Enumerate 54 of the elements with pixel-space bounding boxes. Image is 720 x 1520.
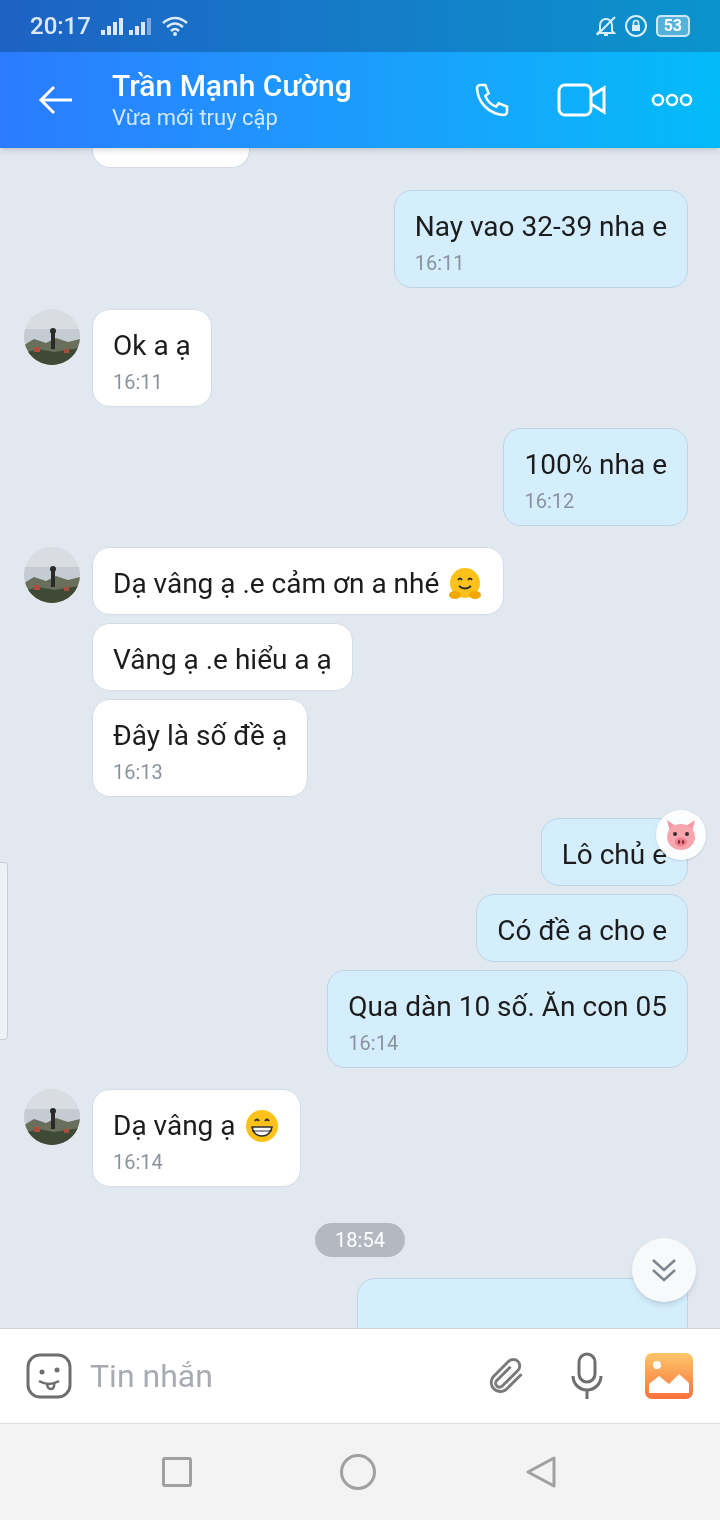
more-icon: [651, 93, 693, 107]
battery-indicator: 53: [655, 15, 690, 37]
contact-status: Vừa mới truy cập: [112, 104, 279, 132]
side-handle[interactable]: [0, 862, 8, 1040]
grinning-face-icon: [243, 1108, 280, 1144]
message-text: Đây là số đề ạ: [113, 718, 288, 754]
message-bubble[interactable]: Dạ vâng ạ .e cảm ơn a nhé: [92, 547, 505, 615]
message-bubble[interactable]: 100% nha e 16:12: [503, 428, 688, 526]
message-text: Qua dàn 10 số. Ăn con 05: [348, 989, 667, 1025]
rotation-lock-icon: [623, 14, 648, 38]
sticker-button[interactable]: [24, 1351, 74, 1401]
video-camera-icon: [557, 82, 607, 118]
message-time: 16:13: [113, 760, 164, 784]
message-text: Ok a ạ: [113, 328, 191, 364]
image-icon: [645, 1353, 693, 1399]
message-time: 16:14: [113, 1150, 164, 1174]
message-bubble[interactable]: Nay vao 32-39 nha e 16:11: [393, 190, 688, 288]
back-triangle-icon: [525, 1455, 557, 1489]
tongue-face-icon: [25, 1352, 73, 1400]
message-text: Dạ vâng ạ .e cảm ơn a nhé: [113, 566, 440, 602]
message-bubble[interactable]: Có đề a cho e: [476, 894, 688, 962]
home-button[interactable]: [340, 1454, 376, 1490]
message-time: 16:11: [414, 251, 466, 275]
message-bubble[interactable]: Qua dàn 10 số. Ăn con 05 16:14: [327, 970, 688, 1068]
message-time: 16:12: [524, 489, 576, 513]
message-text: Dạ vâng ạ: [113, 1108, 236, 1144]
message-time: 16:11: [113, 370, 164, 394]
wifi-icon: [160, 15, 189, 37]
microphone-icon: [570, 1352, 604, 1400]
message-composer[interactable]: Tin nhắn: [0, 1328, 720, 1423]
signal-icon: [100, 17, 125, 35]
message-text: 100% nha e: [524, 447, 667, 483]
message-bubble[interactable]: Dạ vâng ạ 16:14: [92, 1089, 301, 1187]
double-chevron-down-icon: [651, 1258, 677, 1282]
message-text: Nay vao 32-39 nha e: [414, 209, 667, 245]
message-time: 16:14: [348, 1031, 400, 1055]
signal-icon: [128, 17, 153, 35]
back-arrow-icon: [38, 84, 74, 116]
recent-apps-button[interactable]: [162, 1457, 192, 1487]
message-bubble[interactable]: [92, 148, 250, 168]
message-bubble[interactable]: [357, 1278, 688, 1328]
message-bubble[interactable]: Ok a ạ 16:11: [92, 309, 212, 407]
scroll-down-button[interactable]: [632, 1238, 696, 1302]
message-bubble[interactable]: Đây là số đề ạ 16:13: [92, 699, 309, 797]
hugging-face-icon: [447, 566, 484, 602]
message-text: Lô chủ e: [561, 837, 667, 873]
message-bubble[interactable]: Vâng ạ .e hiểu a ạ: [92, 623, 353, 691]
gallery-button[interactable]: [644, 1351, 694, 1401]
back-nav-button[interactable]: [524, 1454, 558, 1490]
message-text: Vâng ạ .e hiểu a ạ: [113, 642, 332, 678]
message-text: Có đề a cho e: [497, 913, 667, 949]
contact-name: Trần Mạnh Cường: [112, 68, 353, 104]
status-time: 20:17: [30, 11, 91, 42]
muted-bell-icon: [593, 14, 618, 38]
